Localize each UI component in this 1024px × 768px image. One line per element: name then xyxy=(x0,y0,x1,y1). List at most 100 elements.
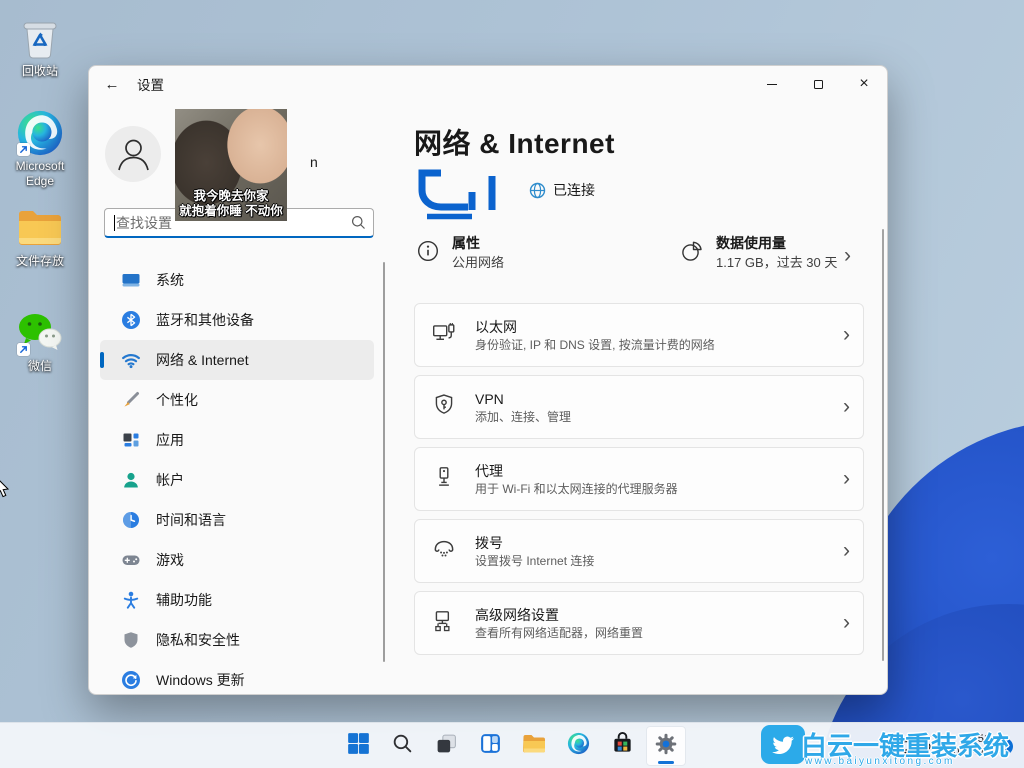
sidebar-item-windows-update[interactable]: Windows 更新 xyxy=(100,660,374,695)
info-icon xyxy=(416,239,440,263)
card-proxy[interactable]: 代理 用于 Wi-Fi 和以太网连接的代理服务器 › xyxy=(414,447,864,511)
explorer-icon xyxy=(522,733,546,760)
taskbar-task-view-button[interactable] xyxy=(426,726,466,766)
desktop-icon-label: Microsoft Edge xyxy=(2,159,78,189)
search-icon xyxy=(391,732,414,760)
minimize-button[interactable] xyxy=(749,66,795,102)
tray-network-icon[interactable] xyxy=(895,738,912,755)
accounts-icon xyxy=(121,470,141,490)
search-icon xyxy=(343,215,373,230)
maximize-button[interactable] xyxy=(795,66,841,102)
card-advanced[interactable]: 高级网络设置 查看所有网络适配器，网络重置 › xyxy=(414,591,864,655)
data-usage-title: 数据使用量 xyxy=(716,234,837,253)
taskbar-widgets-button[interactable] xyxy=(470,726,510,766)
ethernet-hero-icon xyxy=(414,168,502,220)
sidebar-item-personalization[interactable]: 个性化 xyxy=(100,380,374,420)
close-icon: × xyxy=(859,76,868,92)
sidebar-item-accessibility[interactable]: 辅助功能 xyxy=(100,580,374,620)
taskbar-explorer-button[interactable] xyxy=(514,726,554,766)
data-usage-subtitle: 1.17 GB，过去 30 天 xyxy=(716,253,837,272)
settings-window: ← 设置 × 我今晚去你家 就抱着你睡 不动你 n xyxy=(88,65,888,695)
bluetooth-icon xyxy=(121,310,141,330)
desktop-icon-recycle-bin[interactable]: 回收站 xyxy=(0,14,80,79)
back-button[interactable]: ← xyxy=(95,69,129,99)
properties-block[interactable]: 属性 公用网络 xyxy=(416,234,504,272)
taskbar-settings-button[interactable] xyxy=(646,726,686,766)
shortcut-arrow-icon xyxy=(17,143,30,156)
hidden-icons-chevron[interactable]: ∧ xyxy=(880,740,888,752)
properties-title: 属性 xyxy=(452,234,504,253)
sidebar-item-gaming[interactable]: 游戏 xyxy=(100,540,374,580)
desktop-icon-file-folder[interactable]: 文件存放 xyxy=(0,204,80,269)
desktop: 回收站 Microsoft Edge 文件存放 微信 ← 设置 × xyxy=(0,0,1024,768)
card-dialup[interactable]: 拨号 设置拨号 Internet 连接 › xyxy=(414,519,864,583)
sidebar-item-label: 系统 xyxy=(156,270,184,290)
quick-info-row: 属性 公用网络 数据使用量 1.17 GB，过去 30 天 › xyxy=(414,234,864,286)
card-ethernet[interactable]: 以太网 身份验证, IP 和 DNS 设置, 按流量计费的网络 › xyxy=(414,303,864,367)
recycle-bin-icon xyxy=(16,14,64,62)
chevron-right-icon: › xyxy=(843,611,850,635)
sidebar-item-label: 蓝牙和其他设备 xyxy=(156,310,254,330)
sidebar-item-apps[interactable]: 应用 xyxy=(100,420,374,460)
person-icon xyxy=(106,127,161,182)
card-title: 高级网络设置 xyxy=(475,606,843,625)
sidebar-item-privacy[interactable]: 隐私和安全性 xyxy=(100,620,374,660)
titlebar: ← 设置 × xyxy=(89,66,887,102)
content-scrollbar[interactable] xyxy=(882,229,884,661)
sidebar-item-network[interactable]: 网络 & Internet xyxy=(100,340,374,380)
shortcut-arrow-icon xyxy=(17,343,30,356)
store-icon xyxy=(611,732,634,760)
sidebar-item-accounts[interactable]: 帐户 xyxy=(100,460,374,500)
settings-cards: 以太网 身份验证, IP 和 DNS 设置, 按流量计费的网络 › VPN 添加… xyxy=(414,303,864,655)
taskbar-search-button[interactable] xyxy=(382,726,422,766)
data-usage-block[interactable]: 数据使用量 1.17 GB，过去 30 天 xyxy=(680,234,837,272)
meme-caption: 我今晚去你家 就抱着你睡 不动你 xyxy=(179,189,282,221)
taskbar-clock[interactable]: 9:51 2021/8/4 xyxy=(947,733,990,759)
page-title: 网络 & Internet xyxy=(414,122,615,162)
notification-badge[interactable]: 1 xyxy=(996,738,1013,755)
taskbar-edge-button[interactable] xyxy=(558,726,598,766)
system-icon xyxy=(121,270,141,290)
taskbar-icons xyxy=(338,726,686,766)
desktop-icon-wechat[interactable]: 微信 xyxy=(0,309,80,374)
window-title: 设置 xyxy=(137,74,164,94)
card-title: 代理 xyxy=(475,462,843,481)
card-vpn[interactable]: VPN 添加、连接、管理 › xyxy=(414,375,864,439)
sidebar-item-label: 个性化 xyxy=(156,390,198,410)
taskbar-store-button[interactable] xyxy=(602,726,642,766)
sidebar-nav: 系统 蓝牙和其他设备 网络 & Internet 个性化 应用 帐户 时间和语言… xyxy=(100,260,374,695)
taskbar-start-button[interactable] xyxy=(338,726,378,766)
sidebar-item-label: 网络 & Internet xyxy=(156,350,249,370)
mouse-cursor-icon xyxy=(0,478,12,500)
connection-status-label: 已连接 xyxy=(553,180,595,200)
card-subtitle: 用于 Wi-Fi 和以太网连接的代理服务器 xyxy=(475,481,843,497)
desktop-icon-label: 文件存放 xyxy=(16,254,64,269)
clock-time: 9:51 xyxy=(947,733,990,746)
text-caret xyxy=(114,215,115,231)
sidebar-scrollbar[interactable] xyxy=(383,262,385,662)
chevron-right-icon: › xyxy=(843,323,850,347)
advanced-card-icon xyxy=(431,608,457,639)
sidebar-item-time-language[interactable]: 时间和语言 xyxy=(100,500,374,540)
sidebar-item-label: Windows 更新 xyxy=(156,670,245,690)
chevron-right-icon: › xyxy=(843,539,850,563)
card-subtitle: 添加、连接、管理 xyxy=(475,409,843,425)
card-subtitle: 设置拨号 Internet 连接 xyxy=(475,553,843,569)
apps-icon xyxy=(121,430,141,450)
edge-icon xyxy=(567,732,590,760)
desktop-icon-microsoft-edge[interactable]: Microsoft Edge xyxy=(0,109,80,189)
sidebar-item-label: 时间和语言 xyxy=(156,510,226,530)
sidebar-item-label: 游戏 xyxy=(156,550,184,570)
chevron-right-icon[interactable]: › xyxy=(844,244,851,268)
window-controls: × xyxy=(749,66,887,102)
pie-chart-icon xyxy=(680,239,704,263)
sidebar-item-label: 辅助功能 xyxy=(156,590,212,610)
personalization-icon xyxy=(121,390,141,410)
tray-volume-icon[interactable] xyxy=(917,738,934,755)
sidebar-item-bluetooth[interactable]: 蓝牙和其他设备 xyxy=(100,300,374,340)
card-title: 以太网 xyxy=(475,318,843,337)
sidebar-item-system[interactable]: 系统 xyxy=(100,260,374,300)
close-button[interactable]: × xyxy=(841,66,887,102)
vpn-card-icon xyxy=(431,392,457,423)
start-icon xyxy=(347,732,370,760)
